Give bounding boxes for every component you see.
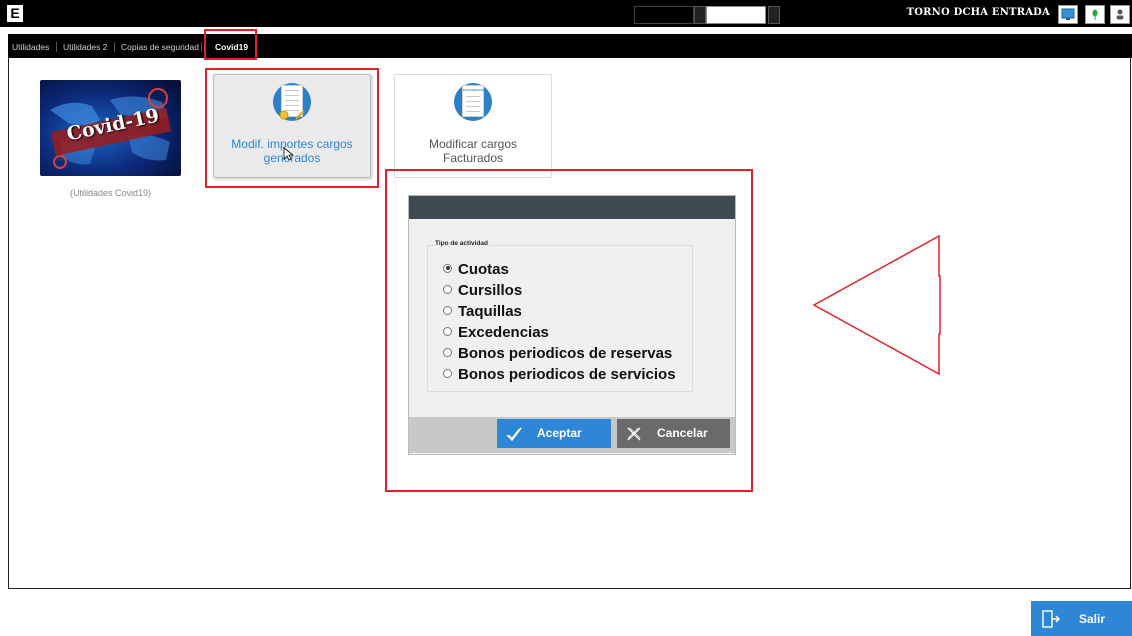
- tab-bar: Utilidades Utilidades 2 Copias de seguri…: [8, 34, 1132, 58]
- highlight-covid19-tab: [204, 29, 257, 60]
- modificar-facturados-card[interactable]: FACTURACIÓN Modificar cargos Facturados: [394, 74, 552, 178]
- covid-utilities-image[interactable]: Covid-19: [40, 80, 181, 176]
- top-field-1[interactable]: [634, 6, 694, 24]
- invoice-doc-header: FACTURACIÓN: [463, 88, 485, 92]
- tab-utilidades-2[interactable]: Utilidades 2: [63, 34, 107, 58]
- highlight-dialog: [385, 169, 753, 492]
- modificar-facturados-label: Modificar cargos Facturados: [428, 137, 518, 165]
- top-field-2[interactable]: [706, 6, 766, 24]
- top-field-1-scroll[interactable]: [694, 6, 706, 24]
- tab-separator: [201, 42, 202, 52]
- highlight-modif-card: [205, 68, 379, 188]
- exit-button[interactable]: Salir: [1031, 601, 1132, 636]
- exit-door-icon: [1042, 610, 1060, 628]
- monitor-icon[interactable]: [1058, 5, 1078, 24]
- arrow-left-icon: [812, 234, 941, 376]
- location-label: TORNO DCHA ENTRADA: [906, 7, 1050, 18]
- tab-separator: [114, 42, 115, 52]
- top-bar: E TORNO DCHA ENTRADA: [0, 0, 1132, 27]
- exit-label: Salir: [1079, 612, 1106, 626]
- invoice-sheet: FACTURACIÓN: [462, 85, 485, 117]
- top-field-2-scroll[interactable]: [768, 6, 780, 24]
- leaf-icon[interactable]: [1085, 5, 1105, 24]
- user-icon[interactable]: [1110, 5, 1130, 24]
- tab-separator: [56, 42, 57, 52]
- tab-copias-de-seguridad[interactable]: Copias de seguridad: [121, 34, 199, 58]
- covid-image-caption: (Utilidades Covid19): [69, 188, 152, 198]
- app-logo: E: [7, 5, 23, 22]
- tab-utilidades[interactable]: Utilidades: [12, 34, 49, 58]
